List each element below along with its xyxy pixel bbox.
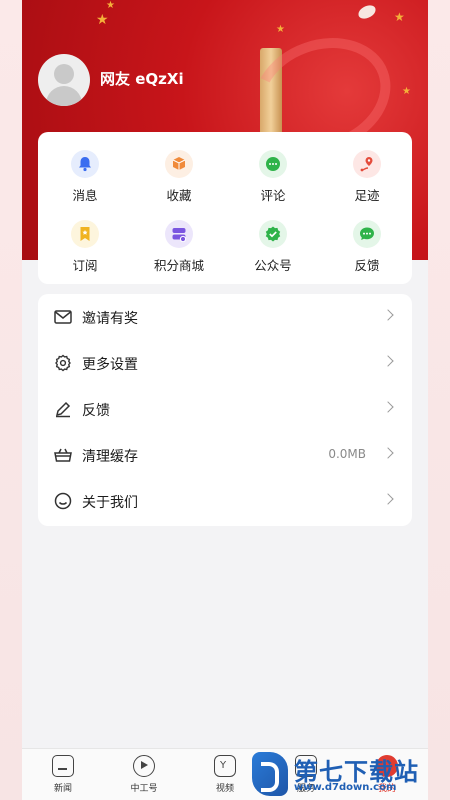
tab-label: 视频 [215,784,234,794]
dove-decoration-icon [356,3,378,21]
quick-action-official-account[interactable]: 公众号 [233,220,313,274]
watermark-logo-icon [252,752,288,796]
chevron-right-icon [382,401,394,413]
avatar-head-icon [54,64,74,84]
points-store-icon [165,220,193,248]
quick-action-label: 订阅 [72,258,98,273]
chevron-right-icon [382,447,394,459]
username[interactable]: 网友 eQzXi [100,68,184,89]
quick-actions-card: 消息 收藏 评论 足迹 订阅 积分商城 公众号 反馈 [38,132,412,284]
quick-action-comments[interactable]: 评论 [233,150,313,204]
app-screen: ★ ★ ★ ★ ★ 网友 eQzXi 消息 收藏 评论 足迹 订阅 积分商城 公… [22,0,428,800]
news-home-icon [52,755,74,777]
star-decoration-icon: ★ [276,24,285,35]
quick-action-favorites[interactable]: 收藏 [139,150,219,204]
settings-item-invite-rewards[interactable]: 邀请有奖 [38,294,412,340]
quick-action-footprints[interactable]: 足迹 [327,150,407,204]
pencil-icon [55,401,71,418]
quick-action-subscriptions[interactable]: 订阅 [45,220,125,274]
quick-action-label: 评论 [260,188,286,203]
verified-badge-icon [259,220,287,248]
tab-label: 中工号 [130,784,158,794]
quick-action-points-store[interactable]: 积分商城 [139,220,219,274]
settings-item-about-us[interactable]: 关于我们 [38,478,412,524]
basket-icon [54,448,72,462]
video-hexagon-icon: Y [214,755,236,777]
bell-icon [71,150,99,178]
site-watermark: 第七下载站 www.d7down.com [252,752,428,798]
outer-background-right [428,0,450,800]
tab-news[interactable]: 新闻 [33,755,93,794]
star-decoration-icon: ★ [106,0,115,11]
chevron-right-icon [382,355,394,367]
tab-label: 新闻 [53,784,72,794]
mail-icon [54,310,72,324]
box-icon [165,150,193,178]
settings-item-label: 关于我们 [82,495,138,511]
star-decoration-icon: ★ [394,10,405,24]
settings-item-label: 更多设置 [82,357,138,373]
settings-list-card: 邀请有奖 更多设置 反馈 清理缓存 0.0MB 关于我们 [38,294,412,526]
quick-action-label: 公众号 [254,258,292,273]
quick-action-messages[interactable]: 消息 [45,150,125,204]
settings-item-label: 反馈 [82,403,110,419]
quick-action-label: 足迹 [354,188,380,203]
settings-item-more-settings[interactable]: 更多设置 [38,340,412,386]
play-circle-icon [133,755,155,777]
star-decoration-icon: ★ [402,86,411,97]
avatar[interactable] [38,54,90,106]
feedback-chat-icon [353,220,381,248]
quick-action-label: 积分商城 [153,258,204,273]
quick-action-feedback[interactable]: 反馈 [327,220,407,274]
chat-icon [259,150,287,178]
avatar-body-icon [46,86,82,106]
tab-zhonggong-hao[interactable]: 中工号 [114,755,174,794]
outer-background-left [0,0,22,800]
settings-item-clear-cache[interactable]: 清理缓存 0.0MB [38,432,412,478]
footprint-pin-icon [353,150,381,178]
star-decoration-icon: ★ [96,12,109,28]
bookmark-icon [71,220,99,248]
cache-size-value: 0.0MB [328,447,366,461]
tab-video[interactable]: Y 视频 [195,755,255,794]
settings-item-label: 邀请有奖 [82,311,138,327]
watermark-url: www.d7down.com [294,782,397,793]
chevron-right-icon [382,493,394,505]
quick-action-label: 消息 [72,188,98,203]
chevron-right-icon [382,309,394,321]
settings-item-label: 清理缓存 [82,449,138,465]
smile-icon [54,492,72,510]
quick-action-label: 反馈 [354,258,380,273]
quick-action-label: 收藏 [166,188,192,203]
gear-icon [55,354,71,372]
settings-item-feedback[interactable]: 反馈 [38,386,412,432]
